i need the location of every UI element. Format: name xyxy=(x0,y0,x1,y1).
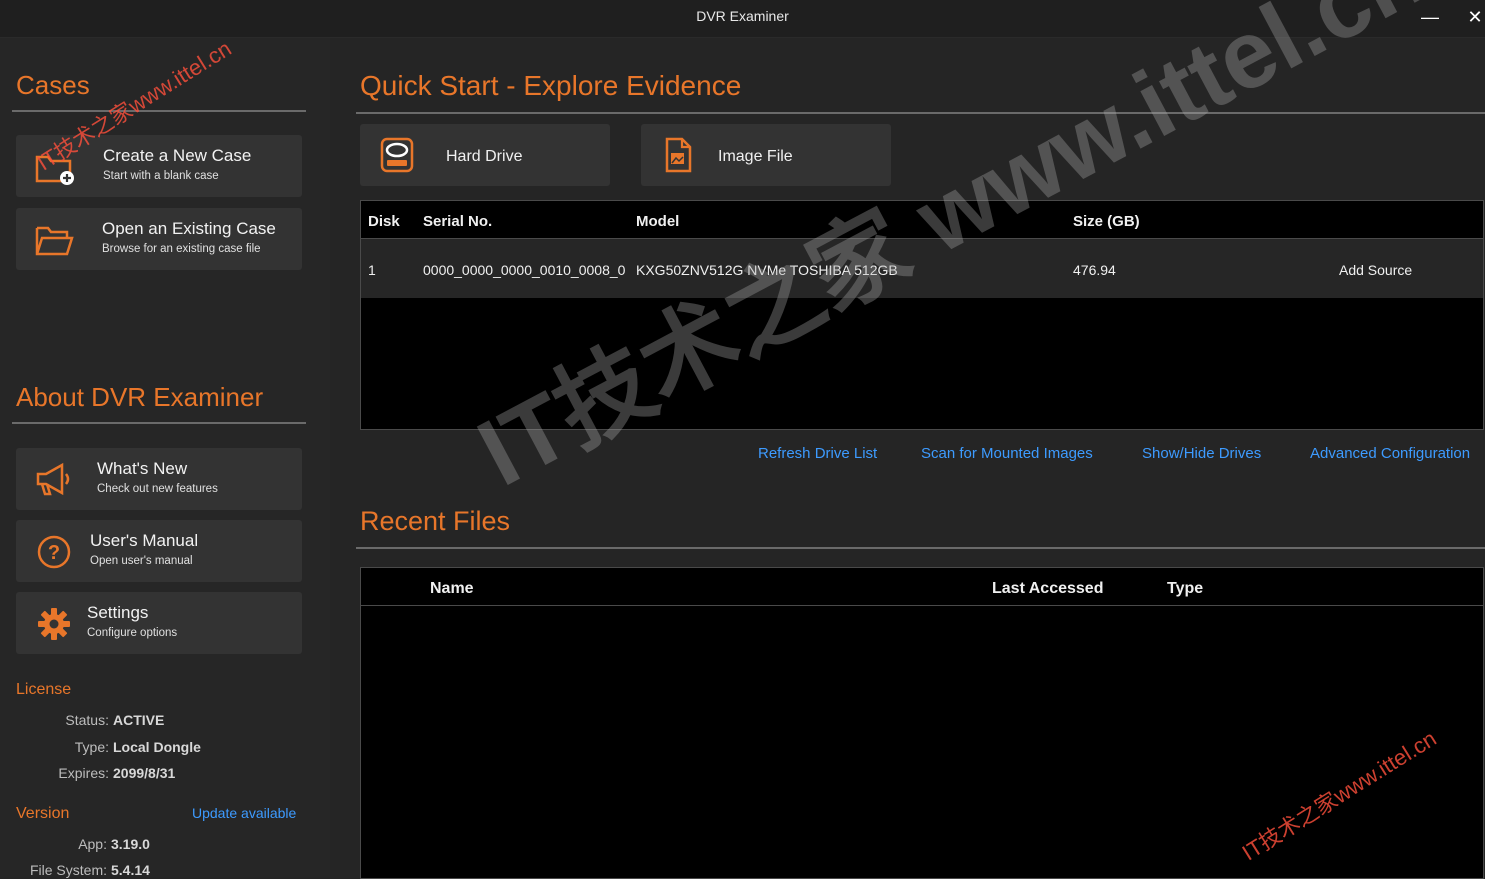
license-status: Status: ACTIVE xyxy=(65,712,165,728)
quick-start-divider xyxy=(356,112,1485,114)
hard-drive-button[interactable]: Hard Drive xyxy=(360,124,610,186)
show-hide-drives-link[interactable]: Show/Hide Drives xyxy=(1142,445,1261,462)
whats-new-button[interactable]: What's New Check out new features xyxy=(16,448,302,510)
row-disk: 1 xyxy=(368,262,376,278)
cases-heading: Cases xyxy=(16,70,90,100)
update-available-link[interactable]: Update available xyxy=(192,805,296,821)
column-type[interactable]: Type xyxy=(1167,580,1203,598)
users-manual-button[interactable]: ? User's Manual Open user's manual xyxy=(16,520,302,582)
column-name[interactable]: Name xyxy=(430,580,474,598)
hard-drive-icon xyxy=(378,136,416,174)
table-row[interactable]: 1 0000_0000_0000_0010_0008_0 KXG50ZNV512… xyxy=(361,239,1483,298)
open-case-title: Open an Existing Case xyxy=(102,219,276,238)
column-serial[interactable]: Serial No. xyxy=(423,213,492,230)
recent-files-table: Name Last Accessed Type xyxy=(360,567,1484,879)
open-case-subtitle: Browse for an existing case file xyxy=(102,243,261,255)
scan-mounted-images-link[interactable]: Scan for Mounted Images xyxy=(921,445,1093,462)
image-file-label: Image File xyxy=(718,148,793,165)
about-divider xyxy=(12,422,306,424)
settings-title: Settings xyxy=(87,603,149,622)
create-case-title: Create a New Case xyxy=(103,146,252,165)
license-heading: License xyxy=(16,681,72,698)
help-icon: ? xyxy=(34,532,74,572)
row-serial: 0000_0000_0000_0010_0008_0 xyxy=(423,262,626,278)
drive-list-table: Disk Serial No. Model Size (GB) 1 0000_0… xyxy=(360,200,1484,430)
refresh-drive-list-link[interactable]: Refresh Drive List xyxy=(758,445,877,462)
settings-subtitle: Configure options xyxy=(87,627,178,639)
row-model: KXG50ZNV512G NVMe TOSHIBA 512GB xyxy=(636,262,898,278)
column-size[interactable]: Size (GB) xyxy=(1073,213,1140,230)
file-system-version: File System: 5.4.14 xyxy=(29,862,150,878)
column-model[interactable]: Model xyxy=(636,213,679,230)
users-manual-subtitle: Open user's manual xyxy=(90,555,193,567)
svg-text:?: ? xyxy=(48,542,60,564)
recent-header-divider xyxy=(361,605,1483,606)
whats-new-title: What's New xyxy=(97,459,188,478)
settings-button[interactable]: Settings Configure options xyxy=(16,592,302,654)
recent-files-title: Recent Files xyxy=(360,506,511,536)
add-source-link[interactable]: Add Source xyxy=(1339,262,1412,278)
version-heading: Version xyxy=(16,805,70,822)
about-heading: About DVR Examiner xyxy=(16,382,264,412)
whats-new-subtitle: Check out new features xyxy=(97,483,218,495)
window-title: DVR Examiner xyxy=(696,8,789,24)
cases-divider xyxy=(12,110,306,112)
advanced-configuration-link[interactable]: Advanced Configuration xyxy=(1310,445,1470,462)
users-manual-title: User's Manual xyxy=(90,531,199,550)
column-disk[interactable]: Disk xyxy=(368,213,400,230)
quick-start-title: Quick Start - Explore Evidence xyxy=(360,70,742,101)
recent-files-divider xyxy=(356,547,1485,549)
image-file-icon xyxy=(659,136,697,174)
open-existing-case-button[interactable]: Open an Existing Case Browse for an exis… xyxy=(16,208,302,270)
minimize-button[interactable]: — xyxy=(1415,2,1445,32)
app-version: App: 3.19.0 xyxy=(78,836,150,852)
row-size: 476.94 xyxy=(1073,262,1116,278)
folder-open-icon xyxy=(34,220,74,260)
close-button[interactable]: ✕ xyxy=(1460,2,1485,32)
hard-drive-label: Hard Drive xyxy=(446,148,523,165)
gear-icon xyxy=(34,604,74,644)
megaphone-icon xyxy=(34,460,74,500)
license-expires: Expires: 2099/8/31 xyxy=(58,765,176,781)
license-type: Type: Local Dongle xyxy=(74,739,201,755)
column-last-accessed[interactable]: Last Accessed xyxy=(992,580,1103,598)
create-case-subtitle: Start with a blank case xyxy=(103,170,219,182)
image-file-button[interactable]: Image File xyxy=(641,124,891,186)
title-bar: DVR Examiner — ✕ xyxy=(0,0,1485,38)
